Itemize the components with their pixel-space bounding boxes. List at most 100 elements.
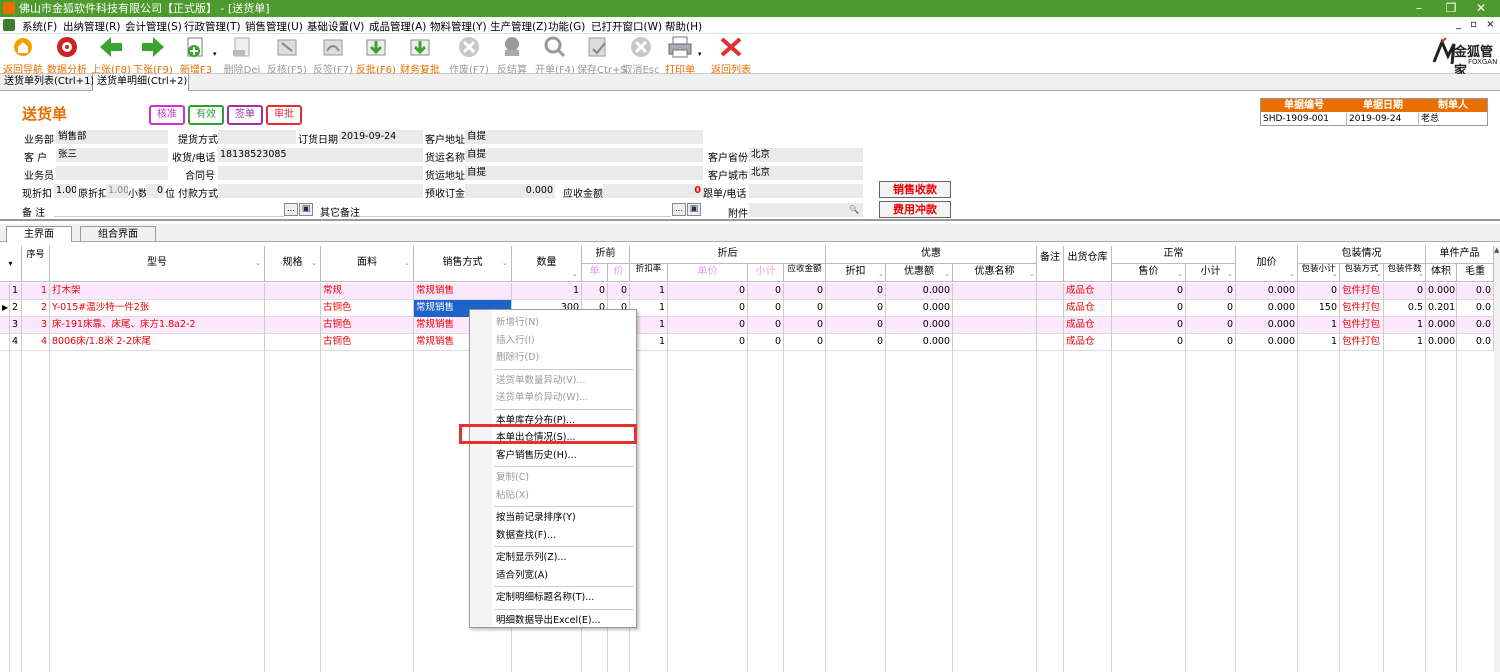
header-dropdown-icon[interactable]: ⌄ — [1418, 270, 1424, 278]
menu-item-3[interactable]: 行政管理(T) — [184, 19, 241, 34]
menu-item-2[interactable]: 会计管理(S) — [125, 19, 182, 34]
menu-item-a[interactable]: 适合列宽(A) — [496, 567, 548, 581]
row-indicator[interactable] — [0, 283, 10, 300]
cell-gw[interactable]: 0.0 — [1457, 283, 1494, 300]
cell-vol[interactable]: 0.000 — [1426, 317, 1457, 334]
ship-name-field[interactable]: 自提 — [465, 148, 703, 162]
print-dropdown-icon[interactable]: ▾ — [698, 50, 702, 58]
cell-nsub[interactable]: 0 — [1186, 334, 1236, 351]
new-dropdown-icon[interactable]: ▾ — [213, 50, 217, 58]
cell-rmk[interactable] — [1037, 283, 1064, 300]
cell-disc[interactable]: 0 — [826, 300, 886, 317]
salesman-field[interactable] — [56, 166, 168, 180]
menu-item-4[interactable]: 销售管理(U) — [245, 19, 303, 34]
column-header-promo-name[interactable]: 优惠名称 — [953, 264, 1037, 282]
cell-pmode[interactable]: 包件打包 — [1340, 317, 1384, 334]
follow-phone-field[interactable] — [749, 184, 863, 198]
menu-item-5[interactable]: 基础设置(V) — [307, 19, 364, 34]
column-header-after-disc[interactable]: 折后 — [630, 246, 826, 264]
column-header-disc-rate[interactable]: 折扣率 — [630, 264, 668, 282]
cell-wh[interactable]: 成品仓 — [1064, 317, 1112, 334]
cell-sell[interactable]: 0 — [1112, 317, 1186, 334]
cell-psub[interactable]: 0 — [1298, 283, 1340, 300]
toolbar-button-15[interactable]: 打印单 — [663, 34, 697, 76]
cell-model[interactable]: 8006床/1.8米 2-2床尾 — [50, 334, 265, 351]
column-header-unit[interactable]: 单 — [582, 264, 608, 282]
cell-pname[interactable] — [953, 317, 1037, 334]
toolbar-button-11[interactable]: 反结算 — [494, 34, 530, 76]
city-field[interactable]: 北京 — [749, 166, 863, 180]
pickup-field[interactable] — [218, 130, 296, 144]
menu-item-10[interactable]: 已打开窗口(W) — [591, 19, 662, 34]
cell-psub[interactable]: 1 — [1298, 317, 1340, 334]
cell-up[interactable]: 0 — [668, 300, 748, 317]
column-header-warehouse[interactable]: 出货仓库 — [1064, 246, 1112, 282]
order-date-field[interactable]: 2019-09-24 — [339, 130, 423, 144]
header-dropdown-icon[interactable]: ⌄ — [502, 259, 508, 267]
menu-item-excele[interactable]: 明细数据导出Excel(E)... — [496, 612, 601, 626]
cell-sub[interactable]: 0 — [748, 283, 784, 300]
address-field[interactable]: 自提 — [465, 130, 703, 144]
menu-item-h[interactable]: 客户销售历史(H)... — [496, 447, 577, 461]
column-header-should-receive[interactable]: 应收金额 — [784, 264, 826, 282]
cell-pcnt[interactable]: 1 — [1384, 334, 1426, 351]
cell-rmk[interactable] — [1037, 317, 1064, 334]
cell-vol[interactable]: 0.201 — [1426, 300, 1457, 317]
ship-addr-field[interactable]: 自提 — [465, 166, 703, 180]
cell-pcnt[interactable]: 0.5 — [1384, 300, 1426, 317]
menu-item-11[interactable]: 帮助(H) — [665, 19, 702, 34]
cell-pname[interactable] — [953, 300, 1037, 317]
cell-recv[interactable]: 0 — [784, 317, 826, 334]
cell-nsub[interactable]: 0 — [1186, 300, 1236, 317]
column-header-unit-product[interactable]: 单件产品 — [1426, 246, 1494, 264]
detail-grid[interactable]: ▾ 序号 型号 规格 面料 销售方式 数量 折前 折后 优惠 备注 出货仓库 正常 加价 包装情况 单件产品单… — [0, 246, 1494, 672]
toolbar-button-13[interactable]: 保存Ctr+S — [577, 34, 627, 76]
menu-item-t[interactable]: 定制明细标题名称(T)... — [496, 589, 594, 603]
attachment-field[interactable] — [749, 203, 863, 217]
receivable-field[interactable]: 0 — [603, 184, 703, 198]
header-dropdown-icon[interactable]: ⌄ — [1332, 270, 1338, 278]
row-indicator[interactable] — [0, 334, 10, 351]
toolbar-button-0[interactable]: 返回导航 — [2, 34, 44, 76]
column-header-normal[interactable]: 正常 — [1112, 246, 1236, 264]
cell-seq[interactable]: 2 — [22, 300, 50, 317]
contract-field[interactable] — [218, 166, 423, 180]
cell-psub[interactable]: 1 — [1298, 334, 1340, 351]
cell-pmode[interactable]: 包件打包 — [1340, 300, 1384, 317]
sign-stamp[interactable]: 签单 — [227, 105, 263, 125]
header-dropdown-icon[interactable]: ⌄ — [944, 270, 950, 278]
toolbar-button-16[interactable]: 返回列表 — [710, 34, 752, 76]
toolbar-button-4[interactable]: 新增F3 — [176, 34, 216, 76]
toolbar-button-2[interactable]: 上张(F8) — [91, 34, 131, 76]
column-header-remark[interactable]: 备注 — [1037, 246, 1064, 282]
column-header-promo[interactable]: 优惠 — [826, 246, 1037, 264]
cell-spec[interactable] — [265, 317, 321, 334]
cell-fabric[interactable]: 古铜色 — [321, 300, 414, 317]
cell-p2[interactable]: 0 — [608, 283, 630, 300]
toolbar-button-12[interactable]: 开单(F4) — [535, 34, 575, 76]
cell-gw[interactable]: 0.0 — [1457, 300, 1494, 317]
mdi-window-controls[interactable]: _ ▫ × — [1456, 19, 1498, 30]
cell-spec[interactable] — [265, 334, 321, 351]
toolbar-button-5[interactable]: 删除Del — [222, 34, 262, 76]
cell-mode[interactable]: 常规销售 — [414, 283, 512, 300]
column-header-sale-mode[interactable]: 销售方式 — [414, 246, 512, 282]
minimize-button[interactable]: – — [1404, 0, 1434, 17]
toolbar-button-7[interactable]: 反签(F7) — [312, 34, 354, 76]
cell-up[interactable]: 0 — [668, 317, 748, 334]
cell-markup[interactable]: 0.000 — [1236, 317, 1298, 334]
tab-main[interactable]: 主界面 — [6, 226, 72, 242]
cell-disc[interactable]: 0 — [826, 334, 886, 351]
cell-seq[interactable]: 1 — [22, 283, 50, 300]
cell-spec[interactable] — [265, 300, 321, 317]
cell-qty[interactable]: 1 — [512, 283, 582, 300]
valid-stamp[interactable]: 有效 — [188, 105, 224, 125]
cell-nsub[interactable]: 0 — [1186, 317, 1236, 334]
toolbar-button-3[interactable]: 下张(F9) — [133, 34, 173, 76]
remark-save-icon[interactable]: ▣ — [299, 203, 313, 216]
cell-seq[interactable]: 3 — [22, 317, 50, 334]
cell-pamt[interactable]: 0.000 — [886, 300, 953, 317]
cur-discount-field[interactable]: 1.00 — [54, 184, 76, 198]
sales-receipt-button[interactable]: 销售收款 — [879, 181, 951, 198]
row-indicator[interactable]: ▶ — [0, 300, 10, 317]
